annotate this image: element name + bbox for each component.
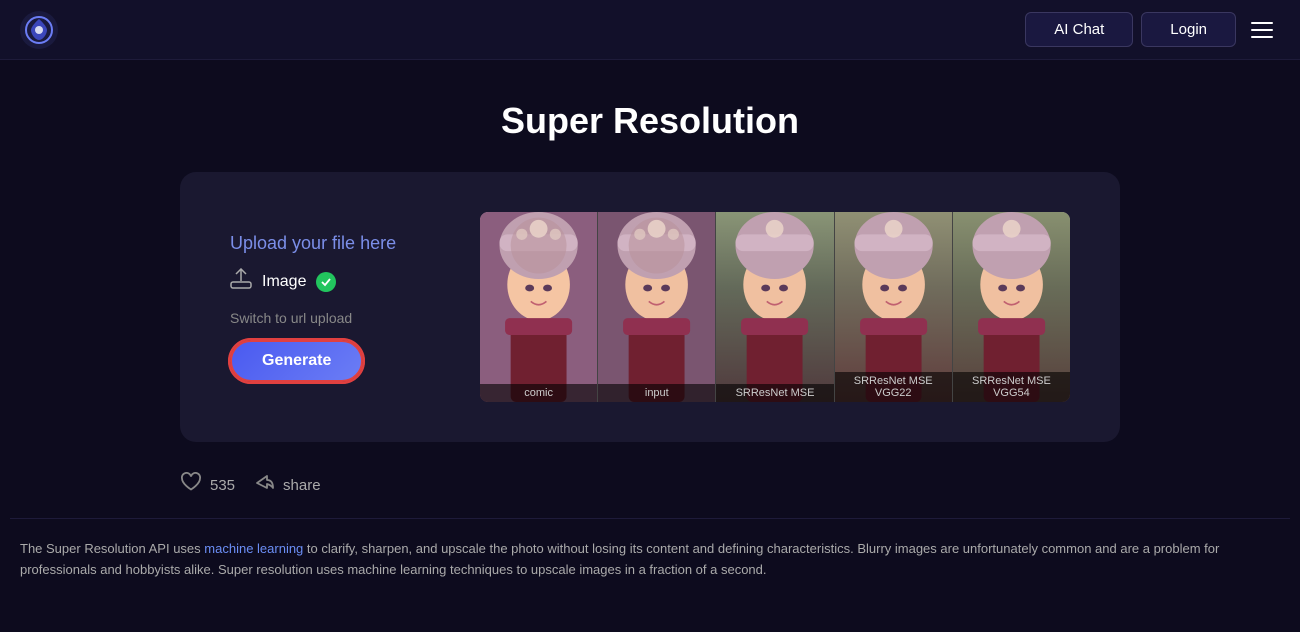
machine-learning-link[interactable]: machine learning (204, 541, 303, 556)
heart-icon (180, 472, 202, 498)
segment-label-3: SRResNet MSE VGG22 (835, 372, 952, 402)
share-section[interactable]: share (255, 474, 321, 497)
share-label: share (283, 477, 321, 494)
check-badge (316, 272, 336, 292)
image-row: Image (230, 268, 336, 296)
menu-line-3 (1251, 36, 1273, 38)
upload-icon (230, 268, 252, 296)
segment-visual-3 (716, 212, 833, 402)
segment-visual-2 (598, 212, 715, 402)
image-strip-inner: comic (480, 212, 1070, 402)
navbar: AI Chat Login (0, 0, 1300, 60)
upload-panel: Upload your file here Image Switch to ur… (230, 233, 430, 382)
image-segment-srresnet-vgg54: SRResNet MSE VGG54 (952, 212, 1070, 402)
segment-label-1: input (598, 384, 715, 402)
description-before-link: The Super Resolution API uses (20, 541, 204, 556)
navbar-right: AI Chat Login (1025, 12, 1280, 48)
login-button[interactable]: Login (1141, 12, 1236, 47)
image-segment-srresnet-mse: SRResNet MSE (715, 212, 833, 402)
hamburger-menu-button[interactable] (1244, 12, 1280, 48)
switch-url-link[interactable]: Switch to url upload (230, 310, 352, 326)
image-strip: comic (480, 212, 1070, 402)
page-title-section: Super Resolution (0, 60, 1300, 172)
description-text: The Super Resolution API uses machine le… (20, 539, 1280, 581)
upload-label: Upload your file here (230, 233, 396, 254)
image-segment-input: input (597, 212, 715, 402)
ai-chat-button[interactable]: AI Chat (1025, 12, 1133, 47)
share-icon (255, 474, 275, 497)
navbar-left (20, 11, 58, 49)
menu-line-1 (1251, 22, 1273, 24)
menu-line-2 (1251, 29, 1273, 31)
description-section: The Super Resolution API uses machine le… (10, 518, 1290, 601)
generate-button[interactable]: Generate (230, 340, 363, 382)
image-label: Image (262, 273, 306, 291)
logo[interactable] (20, 11, 58, 49)
action-row: 535 share (180, 472, 1120, 498)
image-segment-comic: comic (480, 212, 597, 402)
segment-label-4: SRResNet MSE VGG54 (953, 372, 1070, 402)
image-segment-srresnet-vgg22: SRResNet MSE VGG22 (834, 212, 952, 402)
page-title: Super Resolution (0, 100, 1300, 142)
segment-label-2: SRResNet MSE (716, 384, 833, 402)
segment-label-0: comic (480, 384, 597, 402)
segment-visual-1 (480, 212, 597, 402)
like-section[interactable]: 535 (180, 472, 235, 498)
like-count: 535 (210, 477, 235, 494)
main-card: Upload your file here Image Switch to ur… (180, 172, 1120, 442)
